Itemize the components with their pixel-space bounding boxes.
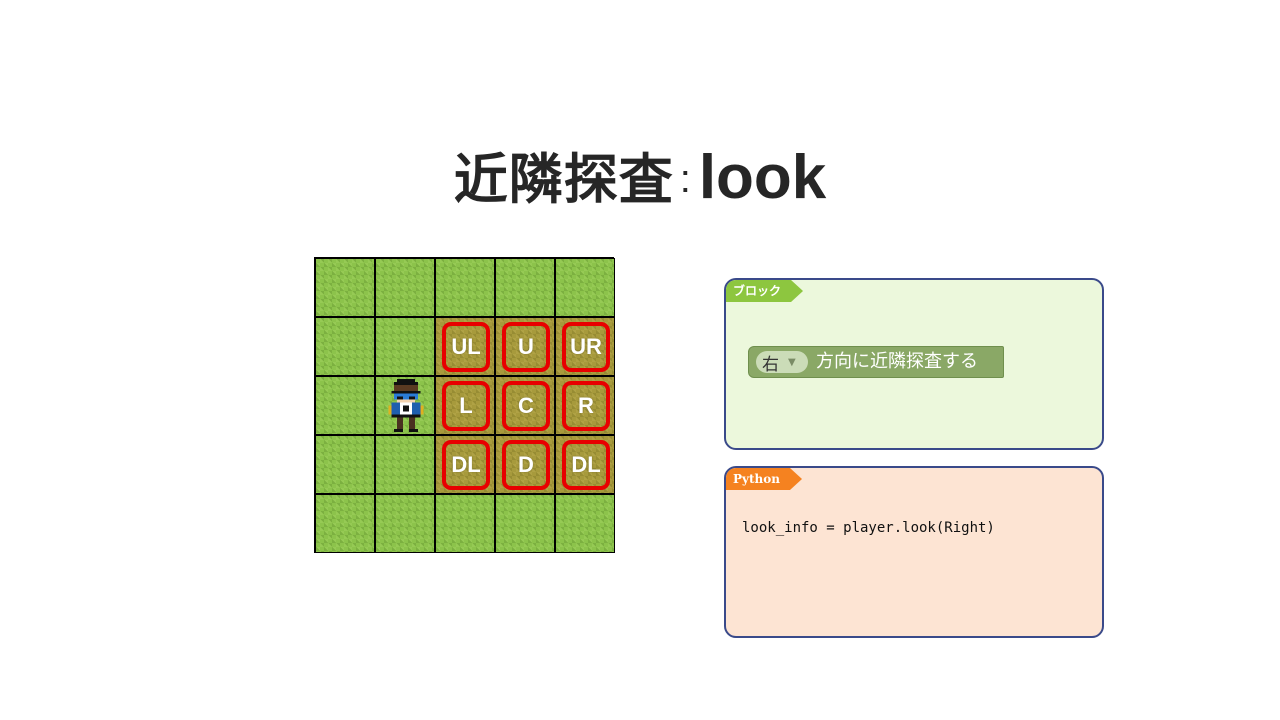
look-cell-dl: DL [435, 435, 495, 494]
cell-label: C [518, 393, 534, 418]
look-cell-dr: DL [555, 435, 615, 494]
look-block[interactable]: 右 ▼ 方向に近隣探査する [748, 344, 1006, 380]
block-label: 方向に近隣探査する [816, 351, 978, 372]
direction-dropdown[interactable]: 右 ▼ [756, 351, 808, 375]
player-tile [375, 376, 435, 435]
cell-label: R [578, 393, 594, 418]
dropdown-arrow-icon: ▼ [788, 356, 796, 368]
highlight-frame: DL [562, 440, 610, 490]
cell-label: UR [570, 334, 602, 359]
grass-tile [315, 376, 375, 435]
title-colon: : [679, 157, 691, 201]
direction-dropdown-value: 右 [762, 354, 779, 375]
page-title: 近隣探査: look [0, 135, 1280, 214]
python-code: look_info = player.look(Right) [742, 520, 995, 536]
cell-label: DL [571, 452, 601, 477]
grass-tile [435, 258, 495, 317]
title-japanese: 近隣探査 [453, 148, 674, 211]
grass-tile [555, 494, 615, 553]
game-grid: UL U UR L C R DL D DL [314, 257, 615, 553]
highlight-frame: R [562, 381, 610, 431]
grass-tile [555, 258, 615, 317]
title-command: look [698, 143, 827, 212]
look-cell-d: D [495, 435, 555, 494]
look-cell-r: R [555, 376, 615, 435]
grass-tile [435, 494, 495, 553]
cell-label: DL [451, 452, 481, 477]
grass-tile [375, 317, 435, 376]
cell-label: U [518, 334, 534, 359]
block-panel-tag: ブロック [726, 280, 803, 302]
look-cell-c: C [495, 376, 555, 435]
highlight-frame: UL [442, 322, 490, 372]
highlight-frame: U [502, 322, 550, 372]
highlight-frame: D [502, 440, 550, 490]
highlight-frame: C [502, 381, 550, 431]
highlight-frame: UR [562, 322, 610, 372]
grass-tile [315, 317, 375, 376]
look-cell-ur: UR [555, 317, 615, 376]
look-cell-l: L [435, 376, 495, 435]
block-panel: ブロック 右 ▼ 方向に近隣探査する [724, 278, 1104, 450]
grass-tile [375, 494, 435, 553]
grass-tile [495, 494, 555, 553]
cell-label: L [459, 393, 473, 418]
grass-tile [315, 258, 375, 317]
cell-label: D [518, 452, 534, 477]
grass-tile [495, 258, 555, 317]
grass-tile [315, 494, 375, 553]
python-panel: Python look_info = player.look(Right) [724, 466, 1104, 638]
grass-tile [375, 435, 435, 494]
player-character-icon [388, 379, 424, 433]
highlight-frame: DL [442, 440, 490, 490]
cell-label: UL [451, 334, 481, 359]
python-panel-tag: Python [726, 468, 802, 490]
grass-tile [315, 435, 375, 494]
look-cell-ul: UL [435, 317, 495, 376]
look-cell-u: U [495, 317, 555, 376]
grass-tile [375, 258, 435, 317]
highlight-frame: L [442, 381, 490, 431]
